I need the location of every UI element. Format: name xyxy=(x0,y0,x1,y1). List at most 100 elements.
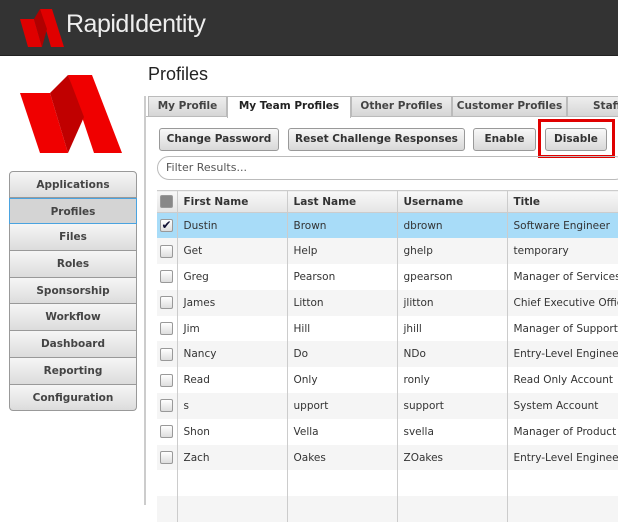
cell-title: Read Only Account xyxy=(507,367,618,394)
cell-last: Help xyxy=(287,238,398,265)
cell-username: NDo xyxy=(397,341,508,368)
checkbox-icon[interactable] xyxy=(160,399,173,413)
cell-title: System Account xyxy=(507,393,618,419)
tab-staff[interactable]: Staff xyxy=(567,96,618,117)
cell-username: dbrown xyxy=(397,212,508,239)
cell-username: jlitton xyxy=(397,289,508,316)
table-row[interactable]: JamesLittonjlittonChief Executive Office… xyxy=(157,289,618,316)
cell-first: Zach xyxy=(177,444,288,471)
cell-title: Software Engineer xyxy=(507,212,618,239)
cell-last: Litton xyxy=(287,289,398,316)
tab-my-profile[interactable]: My Profile xyxy=(148,96,227,117)
sidebar-item-roles[interactable]: Roles xyxy=(9,251,137,278)
row-checkbox[interactable] xyxy=(157,444,178,471)
cell-last: Pearson xyxy=(287,264,398,290)
table-row[interactable]: s upport support System Account xyxy=(157,393,618,419)
profiles-table: First Name Last Name Username Title ✔ Dus… xyxy=(157,190,618,522)
column-header-username[interactable]: Username xyxy=(397,190,508,213)
checkbox-icon[interactable] xyxy=(160,244,173,258)
cell-first: Greg xyxy=(177,264,288,290)
tab-other-profiles[interactable]: Other Profiles xyxy=(351,96,452,117)
cell-last: Vella xyxy=(287,418,398,445)
sidebar-nav: Applications Profiles Files Roles Sponso… xyxy=(9,171,137,412)
checkbox-icon[interactable] xyxy=(160,451,173,465)
enable-button[interactable]: Enable xyxy=(473,128,536,151)
reset-challenge-responses-button[interactable]: Reset Challenge Responses xyxy=(288,128,465,151)
select-all-checkbox[interactable] xyxy=(157,190,178,213)
brand-logo-large-icon xyxy=(20,75,122,153)
cell-title: temporary xyxy=(507,238,618,265)
cell-first: James xyxy=(177,289,288,316)
cell-title: Manager of Product xyxy=(507,418,618,445)
checkbox-icon[interactable] xyxy=(160,347,173,361)
sidebar-item-applications[interactable]: Applications xyxy=(9,171,137,198)
cell-title: Manager of Support xyxy=(507,315,618,342)
tab-customer-profiles[interactable]: Customer Profiles xyxy=(452,96,567,117)
rapididentity-logo-icon xyxy=(20,9,64,47)
sidebar-item-sponsorship[interactable]: Sponsorship xyxy=(9,277,137,305)
checkbox-icon[interactable] xyxy=(160,296,173,310)
table-row[interactable]: ✔ Dustin Brown dbrown Software Engineer xyxy=(157,212,618,239)
row-checkbox[interactable] xyxy=(157,238,178,265)
cell-first: Shon xyxy=(177,418,288,445)
cell-last: Hill xyxy=(287,315,398,342)
cell-username: svella xyxy=(397,418,508,445)
row-checkbox[interactable] xyxy=(157,289,178,316)
cell-first: Get xyxy=(177,238,288,265)
row-checkbox[interactable] xyxy=(157,393,178,419)
table-header-row: First Name Last Name Username Title xyxy=(157,190,618,213)
checkbox-icon[interactable] xyxy=(160,270,173,284)
table-row[interactable]: Get Help ghelp temporary xyxy=(157,238,618,265)
row-checkbox[interactable] xyxy=(157,264,178,290)
empty-row xyxy=(157,470,618,497)
column-header-last-name[interactable]: Last Name xyxy=(287,190,398,213)
cell-username: ghelp xyxy=(397,238,508,265)
cell-first: Nancy xyxy=(177,341,288,368)
cell-last: Only xyxy=(287,367,398,394)
cell-first: Dustin xyxy=(177,212,288,239)
column-header-first-name[interactable]: First Name xyxy=(177,190,288,213)
cell-username: support xyxy=(397,393,508,419)
app-title: RapidIdentity xyxy=(66,10,206,38)
cell-title: Entry-Level Engineer xyxy=(507,444,618,471)
row-checkbox[interactable]: ✔ xyxy=(157,212,178,239)
cell-first: Read xyxy=(177,367,288,394)
panel-divider xyxy=(144,96,146,505)
checkbox-icon[interactable] xyxy=(160,373,173,387)
cell-last: Do xyxy=(287,341,398,368)
table-row[interactable]: Zach Oakes ZOakes Entry-Level Engineer xyxy=(157,444,618,471)
row-checkbox[interactable] xyxy=(157,315,178,342)
change-password-button[interactable]: Change Password xyxy=(159,128,279,151)
cell-first: s xyxy=(177,393,288,419)
checkbox-icon[interactable] xyxy=(160,425,173,439)
table-row[interactable]: Greg Pearson gpearson Manager of Services xyxy=(157,264,618,290)
sidebar-item-files[interactable]: Files xyxy=(9,224,137,252)
checkbox-icon[interactable]: ✔ xyxy=(160,219,173,233)
cell-title: Manager of Services xyxy=(507,264,618,290)
cell-last: Oakes xyxy=(287,444,398,471)
tab-my-team-profiles[interactable]: My Team Profiles xyxy=(227,96,351,118)
filter-results-input[interactable]: Filter Results... xyxy=(157,156,618,180)
page-title: Profiles xyxy=(148,64,209,84)
row-checkbox[interactable] xyxy=(157,367,178,394)
table-row[interactable]: Shon Vella svella Manager of Product xyxy=(157,418,618,445)
sidebar-item-reporting[interactable]: Reporting xyxy=(9,357,137,385)
cell-title: Chief Executive Officer xyxy=(507,289,618,316)
column-header-title[interactable]: Title xyxy=(507,190,618,213)
row-checkbox[interactable] xyxy=(157,341,178,368)
cell-last: upport xyxy=(287,393,398,419)
table-row[interactable]: Read Only ronly Read Only Account xyxy=(157,367,618,394)
sidebar-item-profiles[interactable]: Profiles xyxy=(9,197,137,225)
highlight-box xyxy=(538,119,615,158)
table-row[interactable]: Nancy Do NDo Entry-Level Engineer xyxy=(157,341,618,368)
table-row[interactable]: Jim Hill jhill Manager of Support xyxy=(157,315,618,342)
sidebar-item-workflow[interactable]: Workflow xyxy=(9,304,137,332)
checkbox-icon[interactable] xyxy=(160,322,173,336)
cell-username: jhill xyxy=(397,315,508,342)
cell-username: gpearson xyxy=(397,264,508,290)
sidebar-item-dashboard[interactable]: Dashboard xyxy=(9,331,137,358)
cell-username: ronly xyxy=(397,367,508,394)
row-checkbox[interactable] xyxy=(157,418,178,445)
cell-username: ZOakes xyxy=(397,444,508,471)
sidebar-item-configuration[interactable]: Configuration xyxy=(9,384,137,412)
